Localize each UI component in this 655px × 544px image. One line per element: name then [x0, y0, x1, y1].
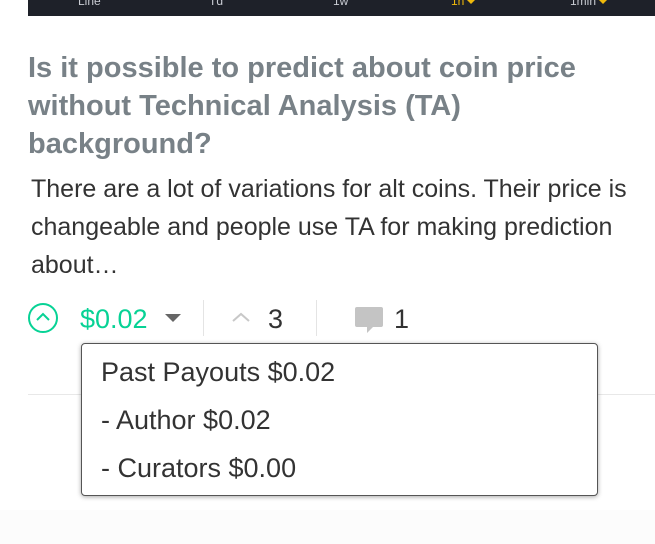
comment-icon[interactable] — [353, 305, 385, 335]
bottom-area — [0, 510, 655, 544]
past-payouts: Past Payouts $0.02 — [101, 357, 336, 387]
toolbar-item-td[interactable]: Td — [209, 0, 223, 8]
toolbar-item-line[interactable]: Line — [78, 0, 101, 8]
toolbar-item-1h-label: 1h — [451, 0, 465, 8]
payout-dropdown: Past Payouts $0.02 - Author $0.02 - Cura… — [81, 343, 598, 496]
divider — [316, 300, 317, 336]
post-excerpt[interactable]: There are a lot of variations for alt co… — [31, 170, 646, 284]
chevron-down-icon — [598, 0, 609, 4]
curators-payout: - Curators $0.00 — [101, 453, 297, 483]
toolbar-item-1w[interactable]: 1w — [333, 0, 348, 8]
toolbar-item-1min[interactable]: 1min — [570, 0, 609, 8]
upvote-button[interactable] — [28, 303, 58, 333]
divider — [203, 300, 204, 336]
chart-toolbar: Line Td 1w 1h 1min — [28, 0, 655, 16]
post-title[interactable]: Is it possible to predict about coin pri… — [28, 49, 628, 163]
post-footer: $0.02 3 1 — [28, 300, 628, 340]
caret-down-icon[interactable] — [165, 314, 181, 322]
chevron-up-icon[interactable] — [231, 311, 251, 323]
toolbar-item-1min-label: 1min — [570, 0, 597, 8]
payout-amount[interactable]: $0.02 — [80, 302, 148, 336]
author-payout: - Author $0.02 — [101, 405, 271, 435]
comment-count[interactable]: 1 — [394, 302, 409, 336]
vote-count[interactable]: 3 — [268, 302, 283, 336]
chevron-down-icon — [466, 0, 477, 4]
toolbar-item-1h[interactable]: 1h — [451, 0, 477, 8]
chevron-up-icon — [36, 312, 50, 321]
